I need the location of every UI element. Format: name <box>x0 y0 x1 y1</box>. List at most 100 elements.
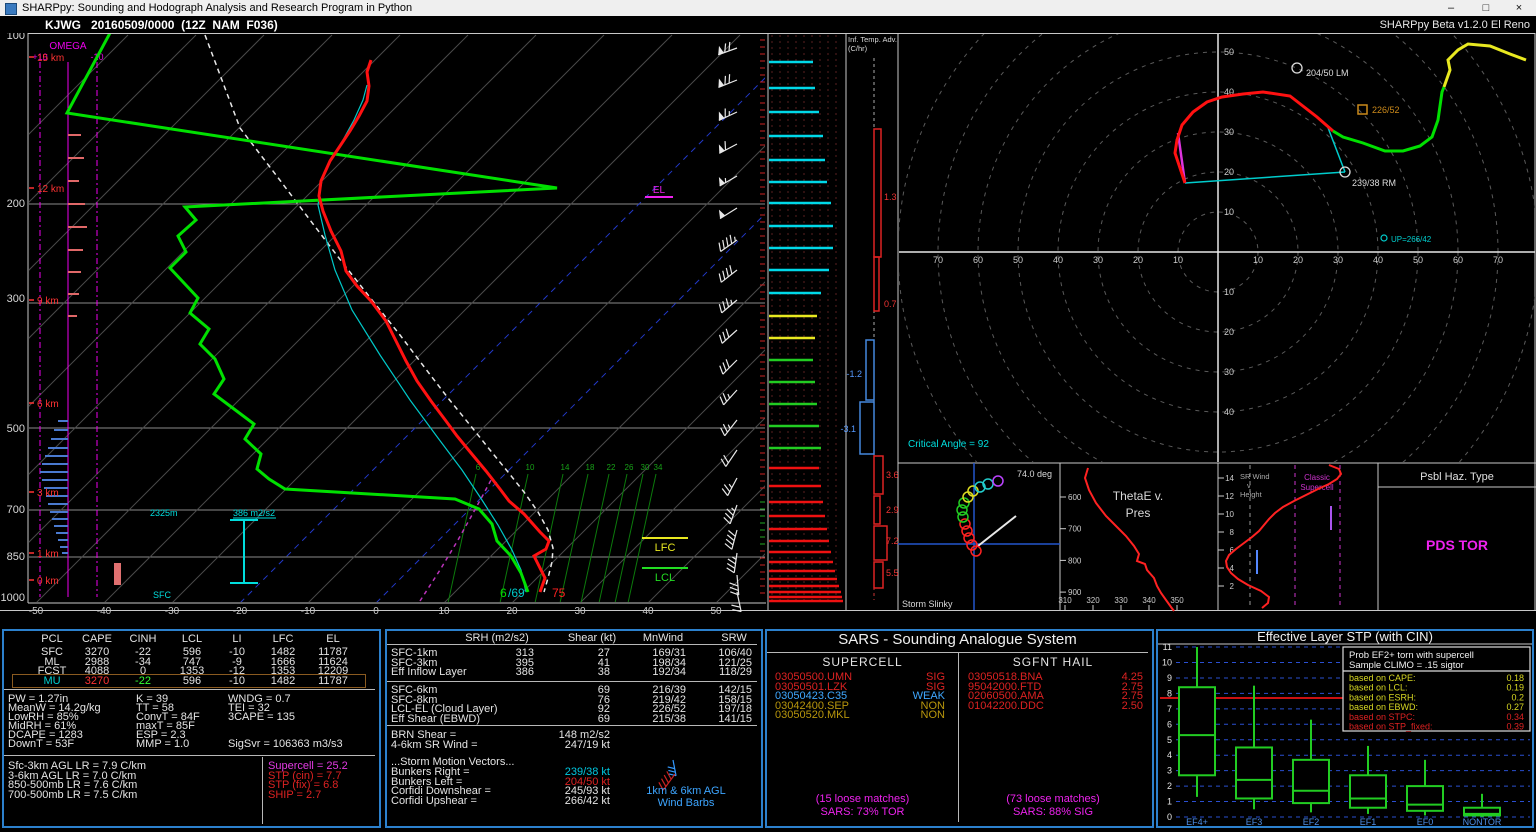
temp-axis-label: -30 <box>165 606 180 614</box>
stp-category-label: NONTOR <box>1463 817 1502 826</box>
stp-category-label: EF4+ <box>1186 817 1208 826</box>
stp-ytick-label: 0 <box>1167 812 1172 822</box>
stp-boxplot-chart[interactable]: Effective Layer STP (with CIN) 0 1 2 3 4 5 6 7 8 9… <box>1158 629 1532 827</box>
mixing-ratio-label: 18 <box>586 463 595 472</box>
pressure-axis-label: 700 <box>7 504 25 516</box>
kinematics-panel[interactable]: SRH (m2/s2) Shear (kt) MnWind SRW SFC-1km 313… <box>385 629 763 828</box>
wind-barbs-label1: 1km & 6km AGL <box>646 785 726 797</box>
stp-ytick-label: 8 <box>1167 688 1172 698</box>
thermo-panel[interactable]: PCL CAPE CINH LCL LI LFC EL SFC 3270 -22 596 -10 148… <box>2 629 381 828</box>
close-button[interactable]: × <box>1504 0 1534 16</box>
barb-full <box>728 41 731 51</box>
thermo-index: 3CAPE = 135 <box>228 711 295 723</box>
storm-motion-label: Corfidi Upshear = <box>391 794 477 807</box>
thetae-xlabel: 310 <box>1058 596 1072 605</box>
titlebar[interactable]: SHARPpy: Sounding and Hodograph Analysis… <box>0 0 1536 16</box>
surface-label: SFC <box>153 590 172 600</box>
srwind-ylabel: 2 <box>1230 582 1235 591</box>
upshear-marker <box>1380 234 1388 242</box>
mixing-ratio-label: 30 <box>641 463 650 472</box>
temp-axis-label: -50 <box>29 606 44 614</box>
wind-barb <box>720 449 738 467</box>
lfc-label: LFC <box>655 542 676 554</box>
hodo-ring-label: 50 <box>1013 255 1023 265</box>
slinky-ring <box>992 475 1004 487</box>
hazard-title: Psbl Haz. Type <box>1420 471 1494 483</box>
thetae-ylabel: 700 <box>1068 525 1082 534</box>
mixing-ratio-line <box>559 473 589 602</box>
temp-adv-bar <box>859 401 875 455</box>
barb-pennant <box>718 209 726 219</box>
stp-category-label: EF3 <box>1246 817 1263 826</box>
slinky-angle-label: 74.0 deg <box>1017 469 1052 479</box>
pressure-axis-label: 300 <box>7 293 25 305</box>
mixing-ratio-line <box>447 473 477 602</box>
surface-dewpoint-label: 6 <box>500 586 507 600</box>
barb-full <box>668 769 676 773</box>
srwind-title: Height <box>1240 490 1263 499</box>
pressure-axis-label: 1000 <box>1 592 25 604</box>
isotherm-line <box>580 417 765 602</box>
temp-axis-label: 20 <box>506 606 518 614</box>
station-info: KJWG 20160509/0000 (12Z NAM F036) <box>45 18 278 32</box>
temp-adv-bar <box>873 256 880 312</box>
mean-wind-marker <box>1357 104 1368 115</box>
barb-shaft <box>727 477 738 496</box>
sars-panel[interactable]: SARS - Sounding Analogue System SUPERCELL… <box>765 629 1154 828</box>
barb-full <box>725 267 729 277</box>
sars-title: SARS - Sounding Analogue System <box>838 631 1077 648</box>
barb-full <box>718 334 723 344</box>
hodo-ring-label: 30 <box>1224 127 1234 137</box>
hodo-ring-label: 50 <box>1224 47 1234 57</box>
barb-full <box>729 234 733 244</box>
temperature-trace <box>317 59 551 593</box>
1km-wind-barb-icon <box>667 759 677 777</box>
selected-parcel-outline <box>12 673 366 688</box>
stp-legend-value: 0.19 <box>1506 683 1524 693</box>
stp-ytick-label: 3 <box>1167 766 1172 776</box>
wind-barb <box>721 477 738 497</box>
temp-adv-title: Inf. Temp. Adv. <box>848 35 897 44</box>
stp-legend-label: based on CAPE: <box>1349 673 1416 683</box>
barb-full <box>720 427 726 437</box>
hodo-ring-label: 20 <box>1133 255 1143 265</box>
rm-label: 239/38 RM <box>1352 178 1396 188</box>
stp-category-label: EF2 <box>1303 817 1320 826</box>
sars-match-size: 2.50 <box>1121 699 1143 712</box>
lm-marker <box>1291 62 1303 74</box>
mixing-ratio-line <box>534 473 564 602</box>
barb-full <box>663 774 670 784</box>
stp-ytick-label: 1 <box>1167 797 1172 807</box>
maximize-button[interactable]: □ <box>1471 0 1501 16</box>
barb-shaft <box>725 449 738 467</box>
hodo-ring-label: 20 <box>1224 327 1234 337</box>
graphics-canvas[interactable]: 6 10 14 18 22 26 30 34OMEGA+10 -1015 km12 km9 km… <box>0 0 1536 614</box>
sars-supercell-header: SUPERCELL <box>822 655 903 669</box>
temp-axis-label: 30 <box>574 606 586 614</box>
temp-adv-value: 5.5 <box>886 568 899 578</box>
stp-panel[interactable]: Effective Layer STP (with CIN) 0 1 2 3 4 5 6 7 8 9… <box>1156 629 1534 828</box>
minimize-button[interactable]: – <box>1436 0 1466 16</box>
slinky-title: Storm Slinky <box>902 599 953 609</box>
thetae-xlabel: 330 <box>1114 596 1128 605</box>
height-label: 3 km <box>37 488 59 499</box>
height-label: 0 km <box>37 576 59 587</box>
barb-full <box>722 331 727 341</box>
barb-full <box>726 562 736 569</box>
wetbulb-trace <box>317 84 527 593</box>
barb-full <box>729 586 739 592</box>
barb-full <box>722 270 726 280</box>
stp-legend-value: 0.18 <box>1506 673 1524 683</box>
surface-wetbulb-label: /69 <box>508 586 525 600</box>
hodo-ring-label: 10 <box>1224 287 1234 297</box>
barb-shaft <box>736 591 742 612</box>
srwind-ylabel: 14 <box>1225 474 1234 483</box>
wind-barb <box>718 141 738 154</box>
thermo-col-header: EL <box>326 633 340 645</box>
omega-title: OMEGA <box>49 41 87 52</box>
thetae-xlabel: 320 <box>1086 596 1100 605</box>
temp-adv-value: 7.2 <box>886 536 899 546</box>
slinky-ring <box>961 525 973 537</box>
barb-full <box>729 265 733 275</box>
stp-legend-label: based on STP_fixed: <box>1349 722 1433 732</box>
